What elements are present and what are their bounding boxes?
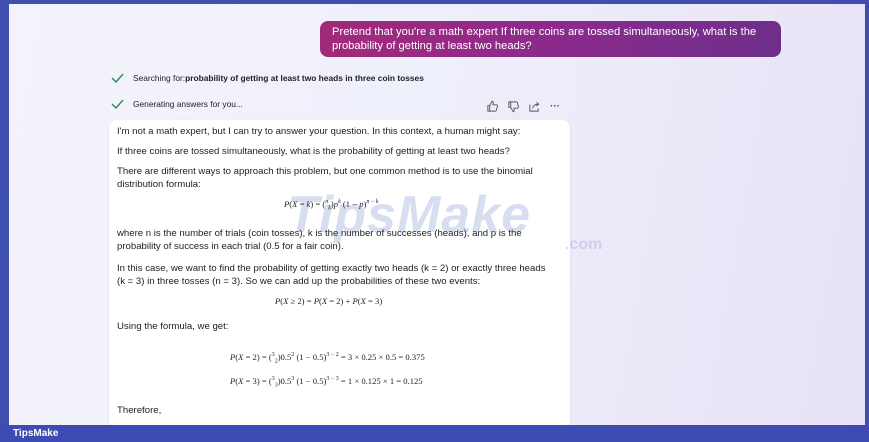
generating-status: Generating answers for you...: [111, 99, 243, 109]
watermark-suffix: .com: [565, 236, 603, 253]
answer-paragraph: Using the formula, we get:: [117, 321, 229, 332]
window-frame-right: [865, 0, 869, 442]
probability-two-heads: P(X = 2) = (32)0.52 (1 − 0.5)3 − 2 = 3 ×…: [230, 352, 425, 365]
sum-formula: P(X ≥ 2) = P(X = 2) + P(X = 3): [275, 296, 383, 306]
searching-query: probability of getting at least two head…: [185, 73, 424, 83]
binomial-formula: P(X = k) = (nk)pk (1 − p)n − k: [284, 199, 379, 212]
answer-paragraph: If three coins are tossed simultaneously…: [117, 146, 510, 157]
answer-paragraph: where n is the number of trials (coin to…: [117, 228, 522, 252]
searching-status: Searching for: probability of getting at…: [111, 73, 424, 83]
probability-three-heads: P(X = 3) = (33)0.53 (1 − 0.5)3 − 3 = 1 ×…: [230, 376, 423, 389]
answer-paragraph: There are different ways to approach thi…: [117, 166, 533, 190]
checkmark-icon: [111, 73, 124, 83]
answer-paragraph: I'm not a math expert, but I can try to …: [117, 126, 521, 137]
thumbs-up-icon[interactable]: [484, 98, 500, 114]
answer-card: I'm not a math expert, but I can try to …: [109, 120, 570, 430]
window-frame-left: [0, 0, 9, 442]
response-actions: ···: [484, 98, 563, 114]
answer-paragraph: Therefore,: [117, 405, 162, 416]
searching-prefix: Searching for:: [133, 73, 186, 83]
window-frame-top: [0, 0, 869, 4]
checkmark-icon: [111, 99, 124, 109]
more-options-button[interactable]: ···: [547, 98, 563, 114]
user-message-bubble: Pretend that you're a math expert If thr…: [320, 21, 781, 57]
thumbs-down-icon[interactable]: [505, 98, 521, 114]
generating-label: Generating answers for you...: [133, 99, 243, 109]
footer-brand: TipsMake: [0, 425, 869, 442]
answer-paragraph: In this case, we want to find the probab…: [117, 263, 546, 287]
share-icon[interactable]: [526, 98, 542, 114]
